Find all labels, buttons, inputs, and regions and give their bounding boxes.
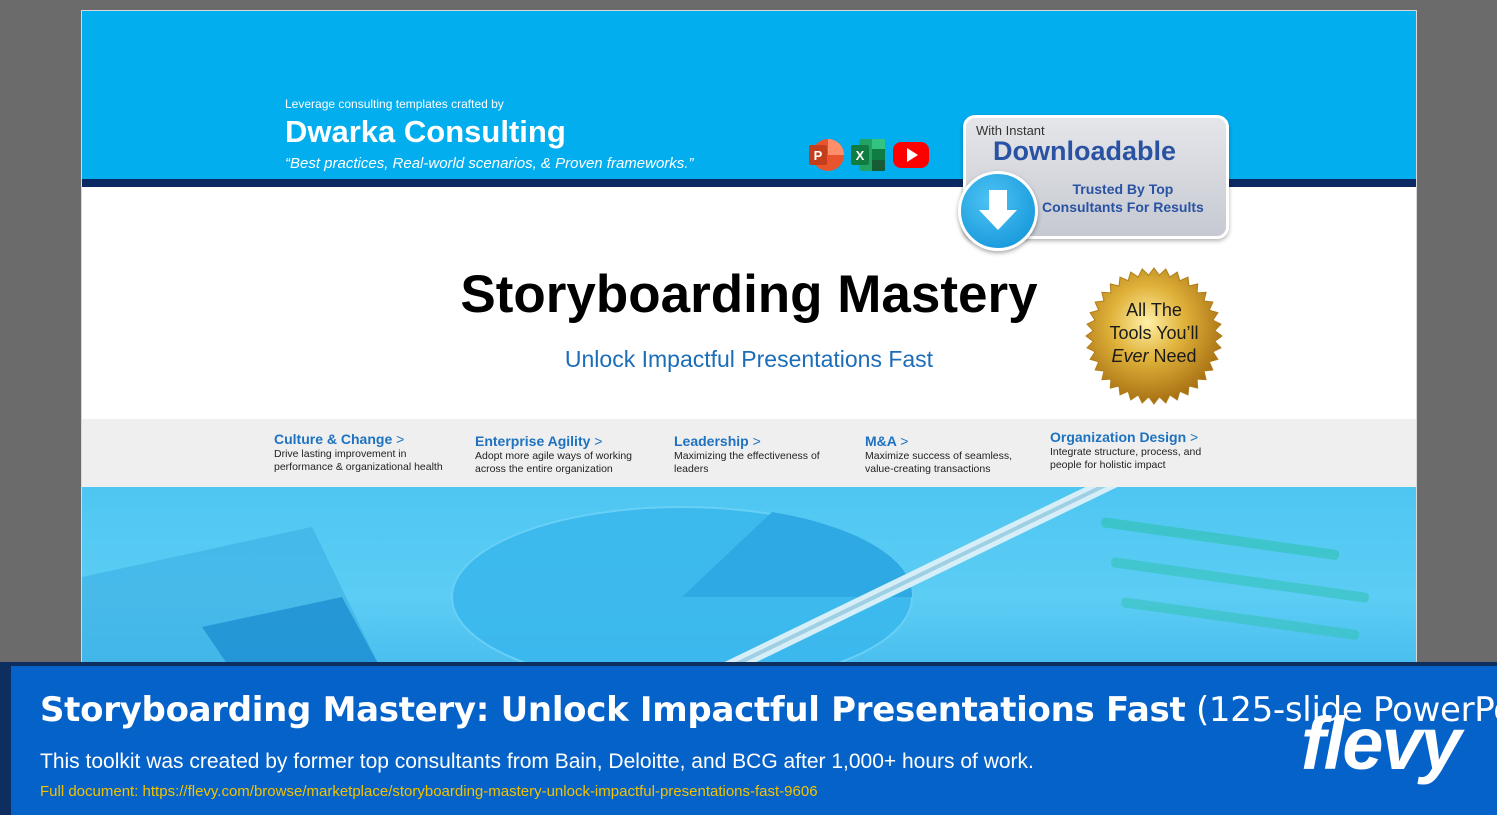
trust-text: Trusted By Top Consultants For Results	[1042, 180, 1204, 216]
footer-panel: Storyboarding Mastery: Unlock Impactful …	[11, 666, 1497, 815]
background-photo	[82, 487, 1416, 671]
download-headline: Downloadable	[993, 136, 1177, 166]
category-desc: Integrate structure, process, and people…	[1050, 446, 1202, 471]
category-desc: Maximize success of seamless, value-crea…	[865, 450, 1013, 475]
seal-line-1: All The	[1126, 300, 1182, 320]
category-title[interactable]: Enterprise Agility >	[475, 433, 655, 449]
category-title-text: Culture & Change	[274, 431, 393, 447]
category-m-and-a[interactable]: M&A > Maximize success of seamless, valu…	[865, 433, 1035, 476]
brand-quote: “Best practices, Real-world scenarios, &…	[285, 155, 694, 172]
chevron-right-icon: >	[752, 433, 761, 449]
trust-line-1: Trusted By Top	[1072, 181, 1174, 197]
slide-preview: Leverage consulting templates crafted by…	[81, 10, 1417, 672]
category-culture-change[interactable]: Culture & Change > Drive lasting improve…	[274, 431, 464, 474]
arrow-down-icon	[979, 190, 1017, 230]
category-title-text: Organization Design	[1050, 429, 1187, 445]
document-title: Storyboarding Mastery: Unlock Impactful …	[40, 690, 1497, 730]
category-leadership[interactable]: Leadership > Maximizing the effectivenes…	[674, 433, 844, 476]
category-title[interactable]: Organization Design >	[1050, 429, 1225, 445]
category-desc: Maximizing the effectiveness of leaders	[674, 450, 820, 475]
category-title-text: M&A	[865, 433, 897, 449]
document-link[interactable]: Full document: https://flevy.com/browse/…	[40, 783, 818, 800]
category-title[interactable]: Culture & Change >	[274, 431, 464, 447]
chevron-right-icon: >	[1190, 429, 1199, 445]
category-desc: Drive lasting improvement in performance…	[274, 448, 443, 473]
chevron-right-icon: >	[900, 433, 909, 449]
category-title[interactable]: M&A >	[865, 433, 1035, 449]
footer-banner: Storyboarding Mastery: Unlock Impactful …	[0, 662, 1497, 815]
seal-line-3-rest: Need	[1148, 346, 1197, 366]
excel-icon: X	[851, 139, 885, 171]
crafted-by-text: Leverage consulting templates crafted by	[285, 97, 504, 111]
chevron-right-icon: >	[594, 433, 603, 449]
brand-name: Dwarka Consulting	[285, 114, 566, 149]
seal-line-2: Tools You’ll	[1109, 323, 1199, 343]
chevron-right-icon: >	[396, 431, 405, 447]
download-arrow-icon	[958, 171, 1038, 251]
document-description: This toolkit was created by former top c…	[40, 750, 1034, 773]
category-title-text: Enterprise Agility	[475, 433, 591, 449]
seal-text: All The Tools You’ll Ever Need	[1085, 299, 1223, 368]
document-title-main: Storyboarding Mastery: Unlock Impactful …	[40, 690, 1186, 730]
category-strip: Culture & Change > Drive lasting improve…	[82, 419, 1416, 487]
youtube-icon	[893, 142, 929, 168]
svg-text:X: X	[856, 148, 865, 163]
category-title[interactable]: Leadership >	[674, 433, 844, 449]
category-organization-design[interactable]: Organization Design > Integrate structur…	[1050, 429, 1225, 472]
svg-text:P: P	[814, 148, 823, 163]
flevy-logo[interactable]: flevy	[1301, 701, 1462, 786]
seal-line-3: Ever Need	[1085, 345, 1223, 368]
category-enterprise-agility[interactable]: Enterprise Agility > Adopt more agile wa…	[475, 433, 655, 476]
category-desc: Adopt more agile ways of working across …	[475, 450, 632, 475]
pie-chart-pen-illustration	[82, 487, 1369, 671]
category-title-text: Leadership	[674, 433, 749, 449]
powerpoint-icon: P	[809, 139, 844, 171]
trust-line-2: Consultants For Results	[1042, 199, 1204, 215]
seal-line-3-em: Ever	[1111, 346, 1149, 366]
